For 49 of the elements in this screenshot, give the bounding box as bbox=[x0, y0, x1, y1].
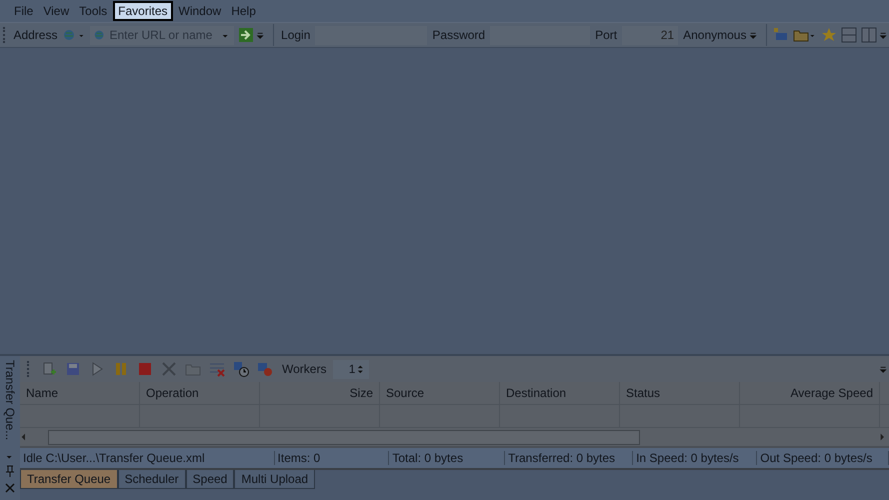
menu-item[interactable]: Tools bbox=[75, 2, 112, 20]
workers-field[interactable]: 1 bbox=[333, 360, 370, 378]
workers-label: Workers bbox=[281, 362, 328, 376]
column-header[interactable]: Name bbox=[20, 382, 140, 405]
menu-item[interactable]: View bbox=[39, 2, 74, 20]
schedule-icon bbox=[233, 361, 249, 377]
column-header[interactable]: Status bbox=[620, 382, 740, 405]
delete-icon bbox=[161, 361, 177, 377]
tab[interactable]: Multi Upload bbox=[234, 470, 316, 489]
close-icon bbox=[4, 482, 16, 494]
column-header[interactable]: Operation bbox=[140, 382, 260, 405]
tab[interactable]: Transfer Queue bbox=[20, 470, 118, 489]
tab[interactable]: Speed bbox=[186, 470, 234, 489]
status-text: Total: 0 bytes bbox=[389, 451, 506, 465]
stop-icon bbox=[137, 361, 153, 377]
copy-icon bbox=[41, 361, 57, 377]
toolbar-button[interactable] bbox=[859, 26, 879, 44]
menu-item[interactable]: File bbox=[10, 2, 38, 20]
star-icon bbox=[821, 27, 837, 43]
menu-item[interactable]: Favorites bbox=[113, 1, 173, 21]
toolbar-button[interactable] bbox=[839, 26, 859, 44]
toolbar-button[interactable] bbox=[231, 360, 251, 378]
status-text: Idle C:\User...\Transfer Queue.xml bbox=[20, 451, 275, 465]
tab[interactable]: Scheduler bbox=[118, 470, 186, 489]
port-label: Port bbox=[594, 28, 618, 42]
column-header[interactable]: Destination bbox=[500, 382, 620, 405]
address-label: Address bbox=[12, 28, 58, 42]
workers-value: 1 bbox=[348, 362, 356, 376]
status-text: Out Speed: 0 bytes/s bbox=[757, 451, 889, 465]
panel-title: Transfer Que... bbox=[3, 360, 17, 442]
vertical-split-icon bbox=[861, 27, 877, 43]
status-text: In Speed: 0 bytes/s bbox=[633, 451, 758, 465]
column-header[interactable]: Size bbox=[260, 382, 380, 405]
save-icon bbox=[65, 361, 81, 377]
anonymous-label: Anonymous bbox=[682, 28, 748, 42]
horizontal-scrollbar[interactable] bbox=[20, 427, 889, 446]
password-label: Password bbox=[431, 28, 486, 42]
column-header[interactable]: Average Speed bbox=[740, 382, 880, 405]
port-field[interactable]: 21 bbox=[622, 26, 678, 44]
status-text: Items: 0 bbox=[274, 451, 390, 465]
pause-icon bbox=[113, 361, 129, 377]
column-header[interactable]: Source bbox=[380, 382, 500, 405]
pin-icon bbox=[4, 465, 16, 477]
login-label: Login bbox=[280, 28, 312, 42]
menu-item[interactable]: Help bbox=[227, 2, 260, 20]
menu-item[interactable]: Window bbox=[174, 2, 226, 20]
horizontal-split-icon bbox=[841, 27, 857, 43]
clear-list-icon bbox=[209, 361, 225, 377]
status-text: Transferred: 0 bytes bbox=[505, 451, 634, 465]
